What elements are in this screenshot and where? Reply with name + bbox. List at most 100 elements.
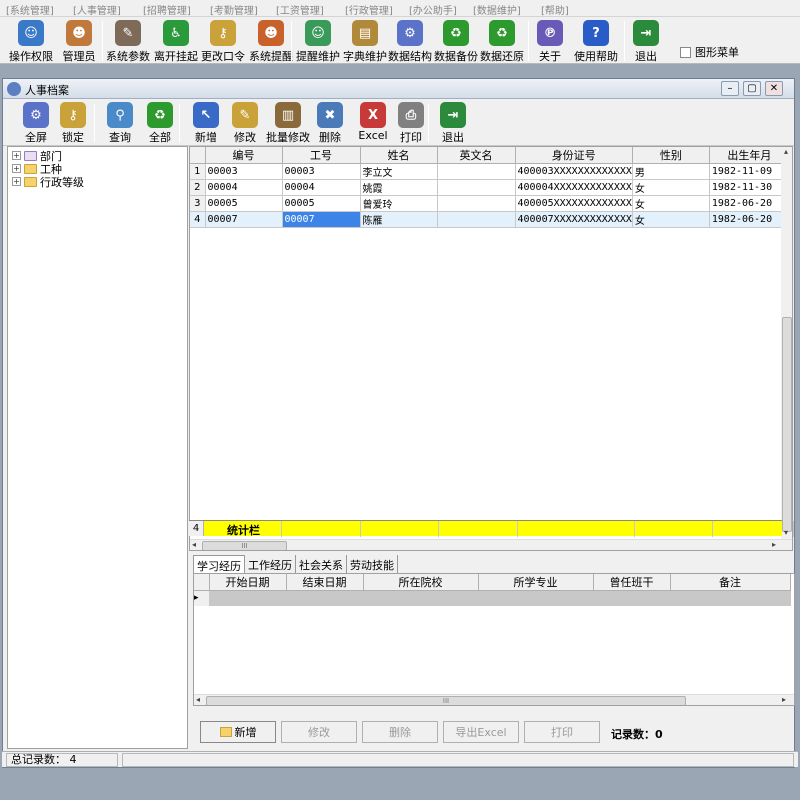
table-cell[interactable]: 女 [632,195,710,212]
table-cell[interactable]: 1982-11-09 [709,163,790,180]
scroll-up-arrow[interactable]: ▴ [784,147,788,156]
expand-icon[interactable]: + [12,164,21,173]
permission-button[interactable]: ☺ 操作权限 [5,20,57,64]
gear-button[interactable]: ⚙ 数据结构 [384,20,436,64]
grid-horizontal-scrollbar[interactable]: ◂ III ▸ [190,539,792,550]
lock-key-button[interactable]: ⚷ 锁定 [50,102,96,145]
table-cell[interactable] [593,590,671,606]
table-cell[interactable]: 1982-06-20 [709,211,790,228]
recycle-button[interactable]: ♻ 数据备份 [430,20,482,64]
exit-button[interactable]: ⇥ 退出 [430,102,476,145]
help-button[interactable]: ? 使用帮助 [570,20,622,64]
tab-1[interactable]: 工作经历 [245,555,296,573]
column-header[interactable]: 开始日期 [209,574,287,591]
column-header[interactable]: 结束日期 [286,574,364,591]
minimize-button[interactable]: – [721,81,739,96]
table-cell[interactable]: 00004 [282,179,361,196]
scrollbar-thumb[interactable] [782,317,792,532]
tab-0[interactable]: 学习经历 [193,555,245,573]
table-cell[interactable] [437,179,516,196]
column-header[interactable]: 工号 [282,147,361,164]
recycle-button[interactable]: ♻ 数据还原 [476,20,528,64]
column-header[interactable]: 所学专业 [478,574,594,591]
column-header[interactable]: 出生年月 [709,147,790,164]
detail-button-2[interactable]: 删除 [362,721,438,743]
admin-button[interactable]: ☻ 管理员 [53,20,105,64]
table-cell[interactable]: 00005 [282,195,361,212]
column-header[interactable]: 所在院校 [363,574,479,591]
table-cell[interactable]: 00007 [282,211,361,228]
table-cell[interactable]: 男 [632,163,710,180]
scroll-down-arrow[interactable]: ▾ [784,528,788,537]
key-button[interactable]: ⚷ 更改口令 [197,20,249,64]
parameters-button[interactable]: ✎ 系统参数 [102,20,154,64]
table-row[interactable]: 2 00004 00004 姚霞 400004XXXXXXXXXXXXX 女 1982-11… [190,179,790,196]
scroll-right-arrow[interactable]: ▸ [782,695,786,704]
table-cell[interactable]: 00003 [205,163,283,180]
table-cell[interactable] [437,195,516,212]
menu-item[interactable]: [数据维护] [473,2,521,17]
scrollbar-thumb[interactable]: III [206,696,686,705]
expand-icon[interactable]: + [12,151,21,160]
table-cell[interactable]: 李立文 [360,163,438,180]
scroll-left-arrow[interactable]: ◂ [192,540,196,549]
detail-button-4[interactable]: 打印 [524,721,600,743]
table-cell[interactable]: 1982-11-30 [709,179,790,196]
table-row[interactable]: 4 00007 00007 陈雁 400007XXXXXXXXXXXXX 女 1982-06… [190,211,790,228]
checkbox-box[interactable] [680,46,691,58]
table-cell[interactable]: 400005XXXXXXXXXXXXX [515,195,633,212]
table-row[interactable]: 3 00005 00005 曾爱玲 400005XXXXXXXXXXXXX 女 1982-0… [190,195,790,212]
menu-item[interactable]: [办公助手] [409,2,457,17]
table-cell[interactable] [286,590,364,606]
table-cell[interactable]: 00007 [205,211,283,228]
menu-item[interactable]: [招聘管理] [143,2,191,17]
scrollbar-thumb[interactable]: III [202,541,287,550]
menu-item[interactable]: [工资管理] [276,2,324,17]
detail-button-1[interactable]: 修改 [281,721,357,743]
scroll-right-arrow[interactable]: ▸ [772,540,776,549]
column-header[interactable]: 姓名 [360,147,438,164]
table-cell[interactable]: 陈雁 [360,211,438,228]
reminder-button[interactable]: ☺ 提醒维护 [292,20,344,64]
detail-button-3[interactable]: 导出Excel [443,721,519,743]
expand-icon[interactable]: + [12,177,21,186]
tab-3[interactable]: 劳动技能 [347,555,398,573]
table-cell[interactable]: 00003 [282,163,361,180]
column-header[interactable]: 编号 [205,147,283,164]
table-cell[interactable]: 400007XXXXXXXXXXXXX [515,211,633,228]
graphic-menu-checkbox[interactable]: 图形菜单 [680,44,739,60]
users-button[interactable]: ☻ 系统提醒 [245,20,297,64]
column-header[interactable]: 身份证号 [515,147,633,164]
menu-item[interactable]: [系统管理] [6,2,54,17]
table-row[interactable]: 1 00003 00003 李立文 400003XXXXXXXXXXXXX 男 1982-1… [190,163,790,180]
delete-button[interactable]: ✖ 删除 [307,102,353,145]
menu-item[interactable]: [考勤管理] [210,2,258,17]
table-cell[interactable] [478,590,594,606]
table-cell[interactable]: 00005 [205,195,283,212]
table-cell[interactable] [437,211,516,228]
table-cell[interactable]: 曾爱玲 [360,195,438,212]
about-button[interactable]: ℗ 关于 [524,20,576,64]
menu-item[interactable]: [帮助] [541,2,569,17]
table-cell[interactable]: 姚霞 [360,179,438,196]
column-header[interactable]: 备注 [670,574,791,591]
table-cell[interactable]: 女 [632,179,710,196]
scroll-left-arrow[interactable]: ◂ [196,695,200,704]
table-cell[interactable] [437,163,516,180]
edit-folder-button[interactable]: ✎ 修改 [222,102,268,145]
close-button[interactable]: ✕ [765,81,783,96]
column-header[interactable]: 曾任班干 [593,574,671,591]
tree-node[interactable]: + 行政等级 [12,175,84,189]
table-cell[interactable]: 1982-06-20 [709,195,790,212]
menu-item[interactable]: [行政管理] [345,2,393,17]
batch-edit-button[interactable]: ▥ 批量修改 [265,102,311,145]
detail-horizontal-scrollbar[interactable]: ◂ III ▸ [194,694,794,705]
tab-2[interactable]: 社会关系 [296,555,347,573]
table-cell[interactable]: 女 [632,211,710,228]
column-header[interactable]: 英文名 [437,147,516,164]
menu-item[interactable]: [人事管理] [73,2,121,17]
table-cell[interactable] [209,590,287,606]
maximize-button[interactable]: ▢ [743,81,761,96]
detail-button-0[interactable]: 新增 [200,721,276,743]
table-cell[interactable]: 400004XXXXXXXXXXXXX [515,179,633,196]
